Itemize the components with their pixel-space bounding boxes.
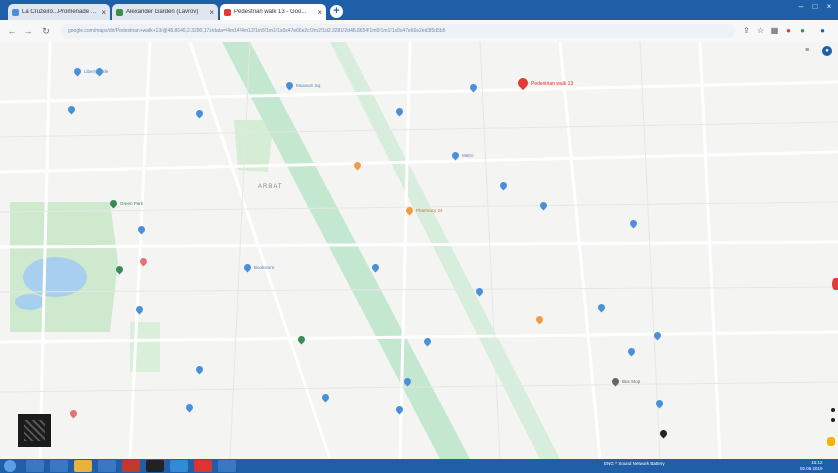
tab-1[interactable]: La Cruzeiro...Promenade Coupe × — [8, 4, 110, 20]
tab-favicon-icon — [12, 8, 19, 16]
taskbar-app-icon[interactable] — [146, 460, 164, 472]
map-roads — [0, 42, 838, 459]
share-icon[interactable]: ⇪ — [742, 26, 751, 35]
minimize-icon[interactable]: – — [796, 2, 806, 12]
browser-tab-strip: La Cruzeiro...Promenade Coupe × Alexande… — [0, 0, 838, 20]
poi-label[interactable]: Metro — [462, 153, 474, 158]
extension-icon[interactable]: ● — [798, 26, 807, 35]
back-icon[interactable]: ← — [6, 25, 18, 37]
tab-label: Alexander Garden (Lavrov) — [126, 9, 199, 15]
street-view-pegman-icon[interactable] — [827, 437, 835, 446]
star-icon[interactable]: ☆ — [756, 26, 765, 35]
taskbar-app-icon[interactable] — [122, 460, 140, 472]
edge-marker-icon[interactable] — [832, 278, 838, 290]
taskbar-app-icon[interactable] — [194, 460, 212, 472]
apps-icon[interactable]: ≡ — [805, 47, 809, 54]
poi-label[interactable]: Museum Sq. — [296, 83, 321, 88]
tab-2[interactable]: Alexander Garden (Lavrov) × — [112, 4, 218, 20]
tab-label: La Cruzeiro...Promenade Coupe — [22, 9, 99, 15]
tab-3[interactable]: Pedestrian walk 13 - Goo... × — [220, 4, 326, 20]
profile-icon[interactable]: ● — [818, 26, 827, 35]
taskbar-app-icon[interactable] — [218, 460, 236, 472]
taskbar-app-icon[interactable] — [98, 460, 116, 472]
forward-icon[interactable]: → — [22, 25, 34, 37]
clock[interactable]: 15:12 02.05.2019 — [800, 460, 823, 472]
maximize-icon[interactable]: □ — [810, 2, 820, 12]
zoom-in-icon[interactable] — [831, 408, 835, 412]
taskbar-app-icon[interactable] — [170, 460, 188, 472]
extension-icon[interactable]: ▦ — [770, 26, 779, 35]
address-bar[interactable]: google.com/maps/dir/Pedestrian+walk+13/@… — [60, 24, 735, 38]
tab-favicon-icon — [116, 8, 123, 16]
zoom-out-icon[interactable] — [831, 418, 835, 422]
clock-date: 02.05.2019 — [800, 466, 823, 471]
poi-label[interactable]: Pharmacy 24 — [416, 208, 443, 213]
system-tray[interactable]: ENG ^ Sound Network Battery — [604, 461, 665, 466]
tab-label: Pedestrian walk 13 - Goo... — [234, 9, 307, 15]
close-icon[interactable]: × — [209, 8, 214, 17]
new-tab-button[interactable]: + — [330, 5, 343, 18]
extension-icon[interactable]: ● — [784, 26, 793, 35]
map-canvas[interactable]: ARBAT Liberty Cafe Museum Sq. Metro Phar… — [0, 42, 838, 459]
close-icon[interactable]: × — [101, 8, 106, 17]
close-icon[interactable]: × — [317, 8, 322, 17]
taskbar-app-icon[interactable] — [26, 460, 44, 472]
os-taskbar: ENG ^ Sound Network Battery 15:12 02.05.… — [0, 459, 838, 473]
reload-icon[interactable]: ↻ — [40, 25, 52, 37]
start-button[interactable] — [4, 460, 16, 472]
satellite-layer-thumbnail[interactable] — [18, 414, 51, 447]
poi-label[interactable]: Green Park — [120, 201, 143, 206]
taskbar-app-icon[interactable] — [74, 460, 92, 472]
pond — [15, 294, 45, 310]
district-label: ARBAT — [258, 184, 283, 190]
boulevard — [330, 42, 560, 459]
poi-label[interactable]: Bookstore — [254, 265, 274, 270]
destination-label[interactable]: Pedestrian walk 13 — [531, 81, 573, 87]
browser-toolbar: ← → ↻ google.com/maps/dir/Pedestrian+wal… — [0, 20, 838, 43]
tab-favicon-icon — [224, 8, 231, 16]
account-avatar[interactable]: ● — [822, 46, 832, 56]
pond — [23, 257, 87, 297]
taskbar-app-icon[interactable] — [50, 460, 68, 472]
window-close-icon[interactable]: × — [824, 2, 834, 12]
poi-label[interactable]: Bus Stop — [622, 379, 640, 384]
